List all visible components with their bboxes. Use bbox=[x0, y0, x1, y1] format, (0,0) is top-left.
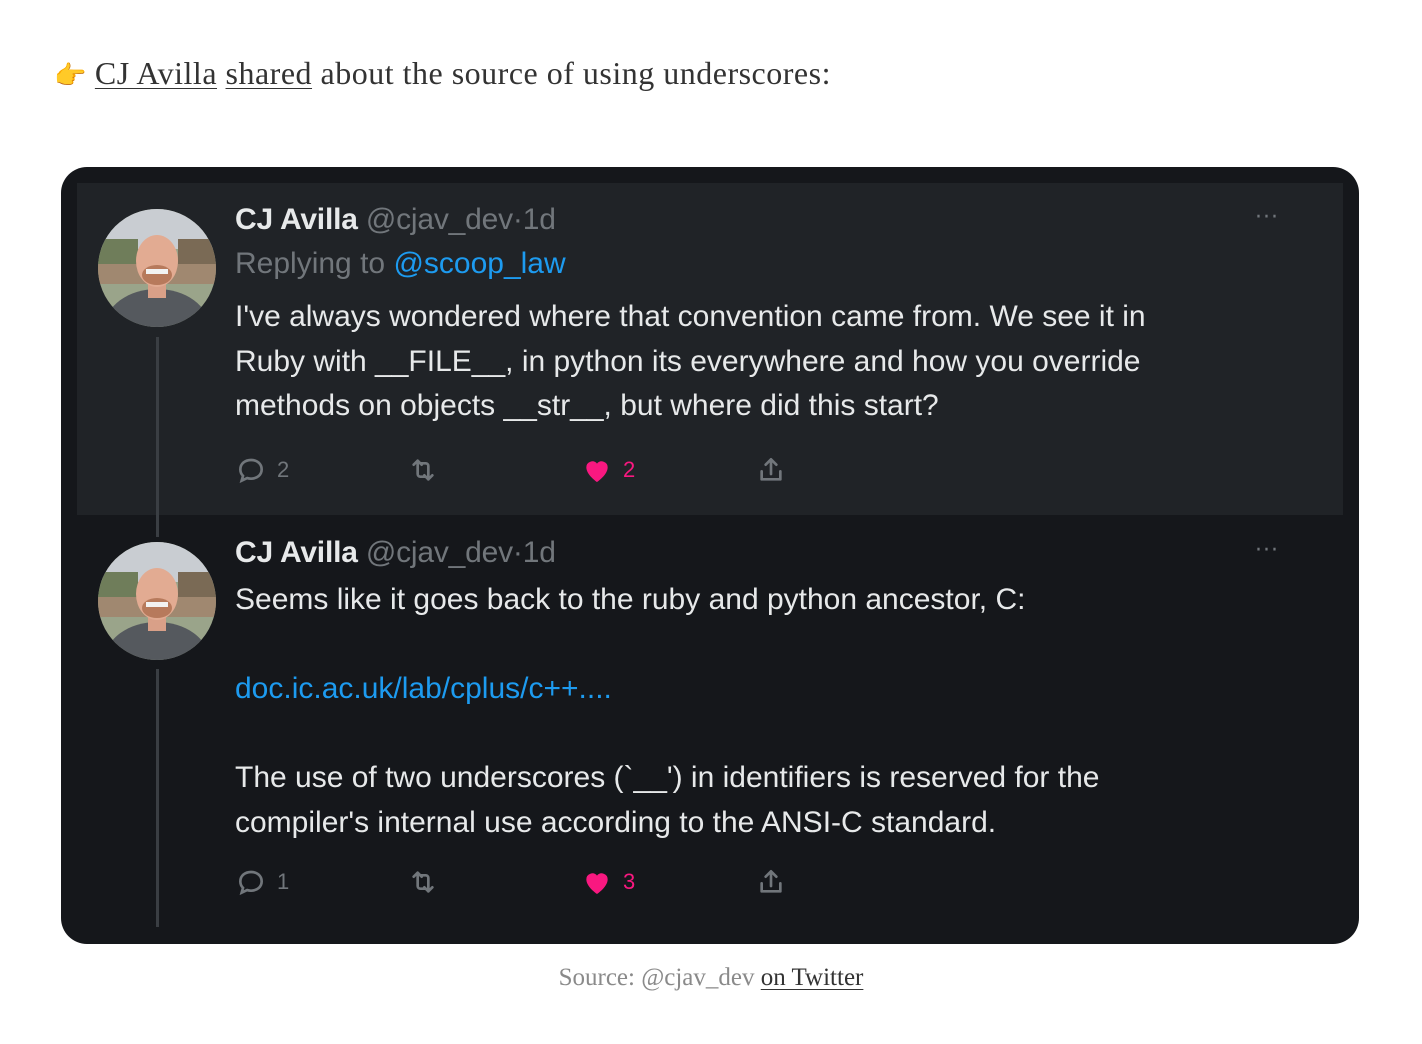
retweet-button[interactable] bbox=[407, 866, 449, 898]
text-line: I've always wondered where that conventi… bbox=[235, 300, 1146, 333]
more-icon[interactable]: ··· bbox=[1255, 538, 1279, 563]
shared-link[interactable]: shared bbox=[226, 55, 313, 91]
author-handle[interactable]: @cjav_dev bbox=[366, 203, 513, 236]
like-icon bbox=[586, 461, 608, 482]
text-line: The use of two underscores (`__') in ide… bbox=[235, 761, 1100, 794]
tweet-text: Seems like it goes back to the ruby and … bbox=[235, 578, 1099, 845]
retweet-button[interactable] bbox=[407, 454, 449, 486]
tweet-screenshot: ··· CJ Avilla @cjav_dev·1d Replying to @… bbox=[61, 167, 1359, 944]
text-line: Seems like it goes back to the ruby and … bbox=[235, 583, 1026, 616]
retweet-icon bbox=[412, 871, 434, 893]
image-caption: Source: @cjav_dev on Twitter bbox=[0, 964, 1422, 992]
tweet-content: CJ Avilla @cjav_dev·1d Seems like it goe… bbox=[235, 536, 1099, 845]
text-line: methods on objects __str__, but where di… bbox=[235, 389, 939, 422]
timestamp[interactable]: 1d bbox=[523, 536, 556, 569]
tweet-text: I've always wondered where that conventi… bbox=[235, 295, 1146, 429]
like-icon bbox=[586, 873, 608, 894]
replying-to: Replying to @scoop_law bbox=[235, 247, 1146, 281]
tweet-content: CJ Avilla @cjav_dev·1d Replying to @scoo… bbox=[235, 203, 1146, 429]
avatar[interactable] bbox=[98, 209, 216, 327]
avatar[interactable] bbox=[98, 542, 216, 660]
text-line: Ruby with __FILE__, in python its everyw… bbox=[235, 344, 1141, 378]
like-count: 3 bbox=[623, 869, 636, 894]
share-button[interactable] bbox=[755, 454, 787, 486]
replying-prefix: Replying to bbox=[235, 247, 394, 280]
dot-separator: · bbox=[512, 536, 523, 569]
mention-link[interactable]: @scoop_law bbox=[393, 247, 565, 280]
intro-text: about the source of using underscores: bbox=[312, 55, 831, 91]
tweet-header: CJ Avilla @cjav_dev·1d bbox=[235, 203, 1146, 237]
dot-separator: · bbox=[512, 203, 523, 236]
like-button[interactable]: 2 bbox=[581, 454, 635, 486]
reply-button[interactable]: 1 bbox=[235, 866, 289, 898]
more-icon[interactable]: ··· bbox=[1255, 205, 1279, 230]
author-name[interactable]: CJ Avilla bbox=[235, 203, 358, 236]
tweet-actions: 2 2 bbox=[235, 454, 835, 488]
twitter-link[interactable]: on Twitter bbox=[761, 964, 864, 991]
caption-text: Source: @cjav_dev bbox=[558, 964, 761, 991]
reply-icon bbox=[238, 458, 264, 484]
thread-line bbox=[156, 337, 159, 537]
reply-count: 1 bbox=[277, 869, 290, 894]
share-icon bbox=[760, 870, 782, 893]
share-button[interactable] bbox=[755, 866, 787, 898]
tweet-actions: 1 3 bbox=[235, 866, 835, 900]
like-button[interactable]: 3 bbox=[581, 866, 635, 898]
author-link[interactable]: CJ Avilla bbox=[95, 55, 217, 91]
like-count: 2 bbox=[623, 457, 636, 482]
reply-button[interactable]: 2 bbox=[235, 454, 289, 486]
thread-line bbox=[156, 669, 159, 927]
url-link[interactable]: doc.ic.ac.uk/lab/cplus/c++.... bbox=[235, 667, 1099, 712]
author-handle[interactable]: @cjav_dev bbox=[366, 536, 513, 569]
pointing-hand-icon: 👉 bbox=[54, 61, 87, 91]
reply-count: 2 bbox=[277, 457, 290, 482]
share-icon bbox=[760, 458, 782, 481]
reply-icon bbox=[238, 870, 264, 896]
intro-paragraph: 👉 CJ Avilla shared about the source of us… bbox=[54, 55, 831, 92]
tweet-header: CJ Avilla @cjav_dev·1d bbox=[235, 536, 1099, 570]
timestamp[interactable]: 1d bbox=[523, 203, 556, 236]
text-line: compiler's internal use according to the… bbox=[235, 805, 997, 839]
retweet-icon bbox=[412, 459, 434, 481]
author-name[interactable]: CJ Avilla bbox=[235, 536, 358, 569]
